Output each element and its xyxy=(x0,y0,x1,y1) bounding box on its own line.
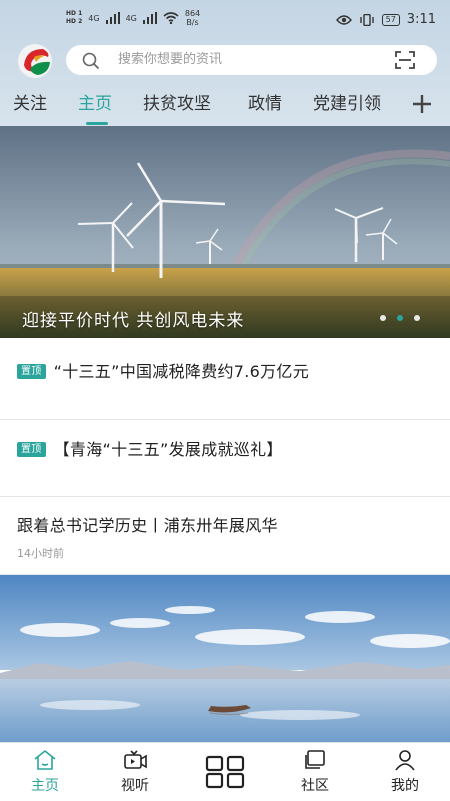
nav-label: 视听 xyxy=(121,778,149,794)
news-title: 跟着总书记学历史丨浦东卅年展风华 xyxy=(17,516,278,535)
nav-label: 主页 xyxy=(31,778,59,794)
search-icon xyxy=(82,52,100,70)
carousel-dot-active[interactable] xyxy=(397,315,403,321)
app-logo[interactable] xyxy=(16,43,54,79)
community-icon xyxy=(305,750,325,769)
tab-home[interactable]: 主页 xyxy=(78,92,112,116)
news-item[interactable]: 置顶 【青海“十三五”发展成就巡礼】 xyxy=(0,420,450,497)
news-item[interactable]: 置顶 “十三五”中国减税降费约7.6万亿元 xyxy=(0,340,450,420)
signal-bars-icon xyxy=(105,12,120,24)
news-time: 14小时前 xyxy=(17,547,64,560)
clock: 3:11 xyxy=(406,12,436,27)
eye-icon xyxy=(335,14,352,25)
search-placeholder: 搜索你想要的资讯 xyxy=(118,52,223,67)
nav-label: 社区 xyxy=(301,778,329,794)
news-item[interactable]: 跟着总书记学历史丨浦东卅年展风华 14小时前 xyxy=(0,497,450,575)
grid-icon xyxy=(205,755,245,789)
add-channel-icon[interactable] xyxy=(410,92,434,116)
wifi-icon xyxy=(163,12,179,24)
scan-icon[interactable] xyxy=(395,51,415,69)
carousel-dot[interactable] xyxy=(380,315,386,321)
nav-community[interactable]: 社区 xyxy=(285,743,345,801)
nav-home[interactable]: 主页 xyxy=(15,743,75,801)
nav-grid[interactable] xyxy=(195,743,255,801)
tab-party[interactable]: 党建引领 xyxy=(313,92,381,116)
hd2-label: HD 2 xyxy=(66,18,83,25)
home-icon xyxy=(34,749,56,770)
news-title: “十三五”中国减税降费约7.6万亿元 xyxy=(53,362,310,381)
speed-unit: B/s xyxy=(186,18,199,27)
pinned-badge: 置顶 xyxy=(17,364,46,379)
salt-lake-image xyxy=(0,575,450,742)
vibrate-icon xyxy=(359,13,374,26)
status-bar: HD 1 HD 2 4G 4G 864 B/s 57 3:11 xyxy=(0,0,450,40)
carousel-dot[interactable] xyxy=(414,315,420,321)
signal2-label: 4G xyxy=(125,13,137,23)
bottom-navigation: 主页 视听 社区 我的 xyxy=(0,742,450,801)
news-title-row: 置顶 【青海“十三五”发展成就巡礼】 xyxy=(17,436,283,460)
banner-caption: 迎接平价时代 共创风电未来 xyxy=(22,311,245,331)
nav-label: 我的 xyxy=(391,778,419,794)
network-speed: 864 B/s xyxy=(185,9,200,27)
hd-indicator: HD 1 HD 2 xyxy=(66,10,82,26)
status-right: 57 3:11 xyxy=(335,12,436,27)
nav-profile[interactable]: 我的 xyxy=(375,743,435,801)
user-icon xyxy=(395,750,415,771)
nav-video[interactable]: 视听 xyxy=(105,743,165,801)
signal1-label: 4G xyxy=(88,13,100,23)
carousel-indicator xyxy=(380,315,420,321)
news-title-row: 置顶 “十三五”中国减税降费约7.6万亿元 xyxy=(17,358,309,382)
tab-poverty[interactable]: 扶贫攻坚 xyxy=(143,92,211,116)
signal-bars-icon xyxy=(142,12,157,24)
tab-follow[interactable]: 关注 xyxy=(13,92,47,116)
header: HD 1 HD 2 4G 4G 864 B/s 57 3:11 搜索你想要的资讯… xyxy=(0,0,450,126)
search-bar[interactable]: 搜索你想要的资讯 xyxy=(66,45,437,75)
tab-politics[interactable]: 政情 xyxy=(248,92,282,116)
banner-carousel[interactable]: 迎接平价时代 共创风电未来 xyxy=(0,126,450,338)
channel-tabs: 关注 主页 扶贫攻坚 政情 党建引领 xyxy=(0,92,450,125)
pinned-badge: 置顶 xyxy=(17,442,46,457)
news-title: 【青海“十三五”发展成就巡礼】 xyxy=(53,440,283,459)
video-icon xyxy=(124,750,147,769)
battery-icon: 57 xyxy=(381,13,400,26)
lake-photo[interactable] xyxy=(0,575,450,742)
speed-value: 864 xyxy=(184,9,201,18)
hd1-label: HD 1 xyxy=(66,10,83,17)
active-tab-indicator xyxy=(86,122,108,125)
status-left: HD 1 HD 2 4G 4G 864 B/s xyxy=(66,9,200,27)
